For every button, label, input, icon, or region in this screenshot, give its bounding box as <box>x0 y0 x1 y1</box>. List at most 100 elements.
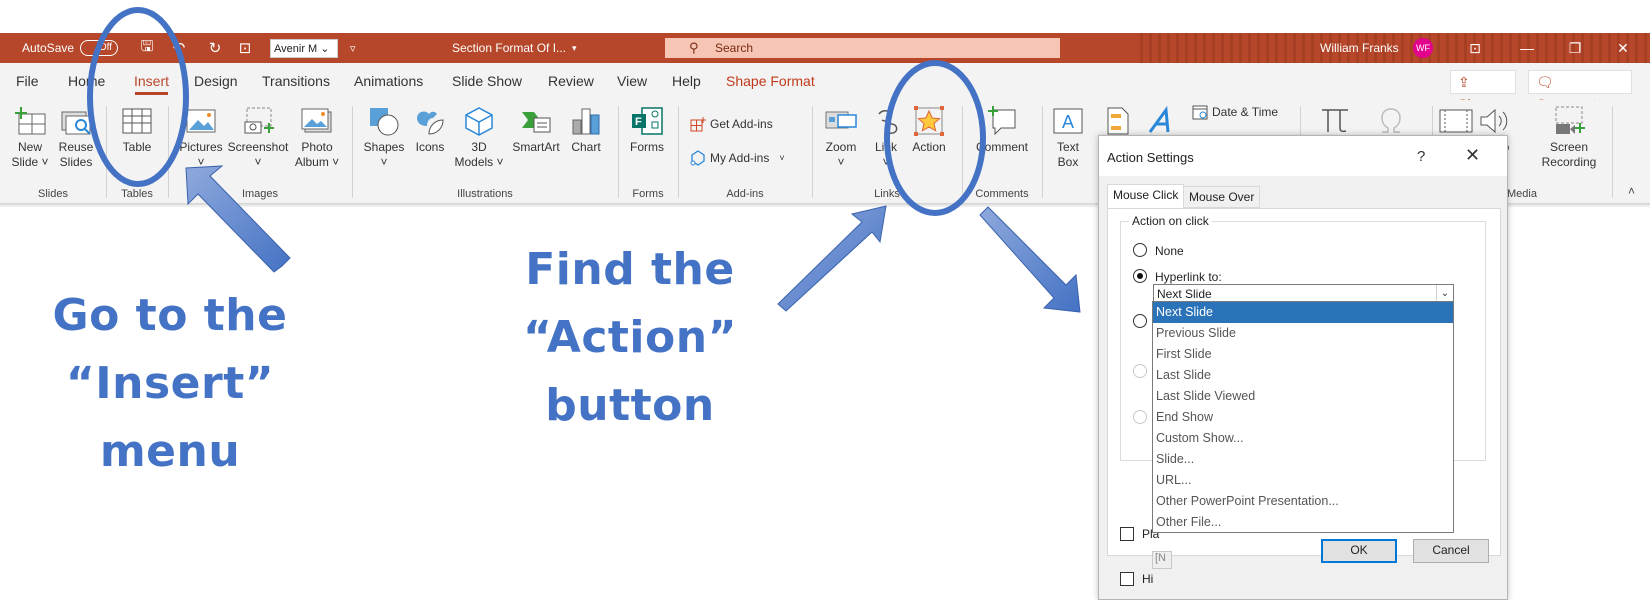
pictures-icon <box>186 109 216 133</box>
dropdown-item-first-slide[interactable]: First Slide <box>1153 344 1453 365</box>
comments-button[interactable]: 🗨 Comments <box>1528 70 1632 112</box>
user-name[interactable]: William Franks <box>1320 33 1399 63</box>
tab-help[interactable]: Help <box>672 73 701 89</box>
document-title[interactable]: Section Format Of I... ▾ <box>452 33 577 63</box>
cancel-button[interactable]: Cancel <box>1413 539 1489 563</box>
text-box-label-2: Box <box>1057 155 1079 169</box>
get-addins-button[interactable]: Get Add-ins <box>690 116 773 132</box>
presentation-icon: ⊡ <box>238 40 252 57</box>
minimize-button[interactable]: — <box>1512 33 1542 63</box>
photo-album-label: Photo <box>301 140 333 154</box>
separator <box>352 106 353 198</box>
tab-view[interactable]: View <box>617 73 647 89</box>
ribbon-display-button[interactable]: ⊡ <box>1460 33 1490 63</box>
restore-button[interactable]: ❐ <box>1560 33 1590 63</box>
screen-recording-button[interactable]: Screen Recording <box>1536 106 1602 170</box>
font-name-box[interactable]: Avenir M ⌄ <box>270 39 338 58</box>
ok-button[interactable]: OK <box>1321 539 1397 563</box>
comment-button[interactable]: Comment <box>970 106 1034 155</box>
separator <box>812 106 813 198</box>
action-label: Action <box>912 140 946 154</box>
autosave-toggle[interactable]: AutoSave Off <box>22 33 119 63</box>
radio-none-label[interactable]: None <box>1155 244 1184 258</box>
chart-button[interactable]: Chart <box>566 106 606 155</box>
undo-button[interactable]: ↶ <box>170 33 188 63</box>
forms-button[interactable]: F Forms <box>626 106 668 155</box>
save-button[interactable]: 🖫 <box>138 33 156 63</box>
tab-mouse-over[interactable]: Mouse Over <box>1183 186 1261 208</box>
svg-text:A: A <box>1062 112 1074 132</box>
date-time-button[interactable]: Date & Time <box>1192 104 1278 120</box>
radio-none[interactable] <box>1133 243 1147 257</box>
dropdown-item-previous-slide[interactable]: Previous Slide <box>1153 323 1453 344</box>
comment-icon: 🗨 <box>1536 74 1554 90</box>
autosave-switch[interactable]: Off <box>80 40 119 56</box>
zoom-icon <box>825 111 857 129</box>
comment-icon <box>988 106 1016 136</box>
dropdown-item-other-presentation[interactable]: Other PowerPoint Presentation... <box>1153 491 1453 512</box>
link-button[interactable]: Link ˅ <box>866 106 906 170</box>
help-button[interactable]: ? <box>1417 148 1425 165</box>
pictures-label: Pictures <box>179 140 223 154</box>
avatar[interactable]: WF <box>1413 38 1433 58</box>
dropdown-item-other-file[interactable]: Other File... <box>1153 512 1453 533</box>
action-star-icon <box>914 106 944 136</box>
dialog-close-button[interactable]: ✕ <box>1465 145 1480 166</box>
dropdown-item-next-slide[interactable]: Next Slide <box>1153 302 1453 323</box>
new-slide-button[interactable]: New Slide ˅ <box>8 106 52 170</box>
radio-run-program[interactable] <box>1133 314 1147 328</box>
radio-hyperlink-label[interactable]: Hyperlink to: <box>1155 270 1222 284</box>
ribbon-display-icon: ⊡ <box>1469 40 1481 56</box>
present-button[interactable]: ⊡ <box>236 33 254 63</box>
screenshot-button[interactable]: Screenshot ˅ <box>226 106 290 170</box>
play-sound-checkbox[interactable] <box>1120 527 1134 541</box>
tab-home[interactable]: Home <box>68 73 105 89</box>
minimize-icon: — <box>1520 40 1534 56</box>
tab-transitions[interactable]: Transitions <box>262 73 330 89</box>
reuse-label-2: Slides <box>59 155 93 169</box>
redo-button[interactable]: ↻ <box>206 33 224 63</box>
3d-models-button[interactable]: 3D Models ˅ <box>452 106 506 170</box>
tab-design[interactable]: Design <box>194 73 238 89</box>
share-button[interactable]: ⇪ Share <box>1450 70 1516 112</box>
close-window-button[interactable]: ✕ <box>1608 33 1638 63</box>
zoom-button[interactable]: Zoom ˅ <box>820 106 862 170</box>
search-placeholder: Search <box>715 41 754 55</box>
table-button[interactable]: Table <box>114 106 160 155</box>
dropdown-item-url[interactable]: URL... <box>1153 470 1453 491</box>
tab-file[interactable]: File <box>16 73 39 89</box>
text-box-button[interactable]: A Text Box <box>1048 106 1088 170</box>
equation-icon <box>1322 109 1348 133</box>
tab-insert[interactable]: Insert <box>134 73 169 95</box>
instruction-line: “Insert” <box>65 358 275 409</box>
smartart-icon <box>522 112 551 133</box>
smartart-button[interactable]: SmartArt <box>508 106 564 155</box>
dropdown-item-custom-show[interactable]: Custom Show... <box>1153 428 1453 449</box>
my-addins-button[interactable]: My Add-ins ˅ <box>690 150 785 166</box>
tab-shape-format[interactable]: Shape Format <box>726 73 815 89</box>
tab-animations[interactable]: Animations <box>354 73 423 89</box>
dropdown-item-end-show[interactable]: End Show <box>1153 407 1453 428</box>
dropdown-item-last-slide-viewed[interactable]: Last Slide Viewed <box>1153 386 1453 407</box>
highlight-click-checkbox[interactable] <box>1120 572 1134 586</box>
action-button[interactable]: Action <box>906 106 952 155</box>
radio-hyperlink[interactable] <box>1133 269 1147 283</box>
tab-slide-show[interactable]: Slide Show <box>452 73 522 89</box>
instruction-line: button <box>545 380 715 431</box>
tab-review[interactable]: Review <box>548 73 594 89</box>
reuse-slides-button[interactable]: Reuse Slides <box>54 106 98 170</box>
search-box[interactable]: ⚲ Search <box>665 38 1060 58</box>
icons-button[interactable]: Icons <box>410 106 450 155</box>
photo-album-button[interactable]: Photo Album ˅ <box>292 106 342 170</box>
sound-select[interactable]: [N <box>1152 551 1172 569</box>
dropdown-item-last-slide[interactable]: Last Slide <box>1153 365 1453 386</box>
screen-recording-label-2: Recording <box>1541 155 1597 169</box>
customize-qat-button[interactable]: ▿ <box>350 33 356 63</box>
tab-mouse-click[interactable]: Mouse Click <box>1107 184 1185 208</box>
dropdown-item-slide[interactable]: Slide... <box>1153 449 1453 470</box>
collapse-ribbon-button[interactable]: ˄ <box>1628 184 1635 198</box>
chart-icon <box>572 108 600 135</box>
pictures-button[interactable]: Pictures ˅ <box>176 106 226 170</box>
shapes-button[interactable]: Shapes ˅ <box>360 106 408 170</box>
separator <box>106 106 107 198</box>
